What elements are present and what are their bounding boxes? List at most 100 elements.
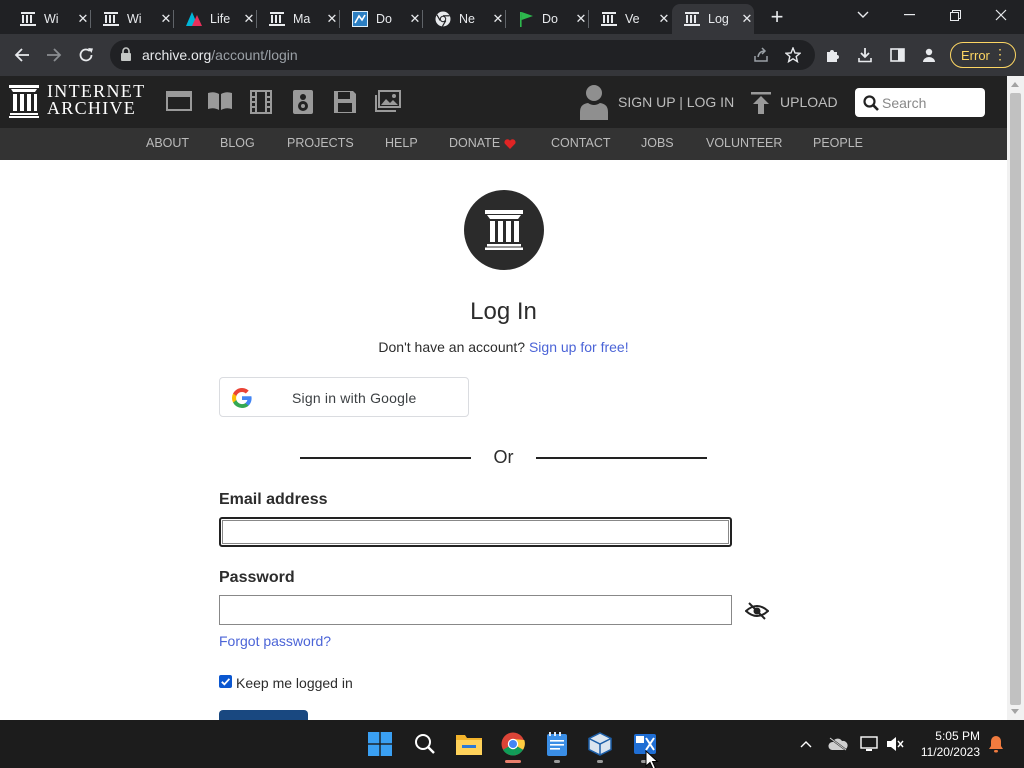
web-icon[interactable] [166,90,192,114]
side-panel-icon[interactable] [885,43,909,67]
error-label: Error [961,47,990,63]
virtualbox-icon[interactable] [586,730,614,758]
signup-link[interactable]: Sign up for free! [529,339,629,355]
browser-tab[interactable]: Life ✕ [174,4,256,34]
search-icon[interactable] [411,730,439,758]
system-clock[interactable]: 5:05 PM 11/20/2023 [910,728,980,760]
eye-slash-icon[interactable] [745,602,769,620]
lock-icon[interactable] [120,47,134,63]
images-icon[interactable] [375,90,401,114]
heart-icon [504,139,516,149]
browser-tab[interactable]: Ma ✕ [257,4,339,34]
tab-title: Do [542,12,558,26]
password-label: Password [219,569,295,586]
nav-blog[interactable]: BLOG [220,136,255,150]
nav-donate[interactable]: DONATE [449,136,500,150]
address-bar[interactable]: archive.org/account/login [110,40,815,70]
window-close-icon[interactable] [978,0,1024,30]
user-icon[interactable] [578,84,610,120]
or-separator: Or [493,447,514,467]
notepad-icon[interactable] [543,730,571,758]
browser-tab[interactable]: Wi ✕ [8,4,90,34]
close-icon[interactable]: ✕ [574,11,588,26]
close-icon[interactable]: ✕ [325,11,339,26]
minimize-icon[interactable] [886,0,932,30]
nav-about[interactable]: ABOUT [146,136,189,150]
nav-jobs[interactable]: JOBS [641,136,674,150]
forward-arrow-icon[interactable] [42,43,66,67]
lifehacker-icon [186,11,202,27]
software-icon[interactable] [333,90,359,114]
signup-login-link[interactable]: SIGN UP | LOG IN [618,94,734,110]
browser-tab[interactable]: Do ✕ [506,4,588,34]
close-icon[interactable]: ✕ [159,11,173,26]
texts-icon[interactable] [207,90,233,114]
close-icon[interactable]: ✕ [657,11,671,26]
keep-logged-in-checkbox[interactable] [219,675,232,688]
clock-date: 11/20/2023 [920,745,980,759]
url-text[interactable]: archive.org/account/login [142,47,298,63]
internet-archive-logo-icon[interactable] [9,85,39,118]
ia-wordmark[interactable]: INTERNET ARCHIVE [47,82,145,117]
chrome-icon[interactable] [499,730,527,758]
close-icon[interactable]: ✕ [76,11,90,26]
profile-icon[interactable] [917,43,941,67]
url-host: archive.org [142,47,212,63]
browser-tab[interactable]: Ne ✕ [423,4,505,34]
bookmark-star-icon[interactable] [781,43,805,67]
upload-icon[interactable] [751,92,771,114]
new-tab-button[interactable]: + [765,6,789,30]
nav-people[interactable]: PEOPLE [813,136,863,150]
chevron-up-icon[interactable] [796,734,816,754]
nav-help[interactable]: HELP [385,136,418,150]
restore-icon[interactable] [932,0,978,30]
keep-logged-in-label[interactable]: Keep me logged in [236,675,353,691]
browser-tab[interactable]: Do ✕ [340,4,422,34]
google-signin-button[interactable]: Sign in with Google [219,377,469,417]
ia-nav-bar: ABOUT BLOG PROJECTS HELP DONATE CONTACT … [0,128,1007,160]
scroll-up-arrow-icon[interactable] [1011,82,1019,87]
error-button[interactable]: Error ⋮ [950,42,1016,68]
back-arrow-icon[interactable] [10,43,34,67]
browser-tab[interactable]: Wi ✕ [91,4,173,34]
nav-volunteer[interactable]: VOLUNTEER [706,136,782,150]
video-icon[interactable] [249,90,275,114]
browser-tab-active[interactable]: Log ✕ [672,4,754,34]
network-icon[interactable] [859,734,879,754]
close-icon[interactable]: ✕ [408,11,422,26]
search-input[interactable] [882,93,978,112]
divider-right [536,457,707,459]
volume-muted-icon[interactable] [885,734,905,754]
reload-icon[interactable] [74,43,98,67]
forgot-password-link[interactable]: Forgot password? [219,633,331,649]
clock-time: 5:05 PM [935,729,980,743]
password-field[interactable] [219,595,732,625]
notification-bell-icon[interactable] [986,734,1006,754]
audio-icon[interactable] [292,90,318,114]
scrollbar-thumb[interactable] [1010,93,1021,705]
page-scrollbar[interactable] [1007,76,1024,720]
checkmark-icon [221,678,231,686]
share-icon[interactable] [749,43,773,67]
nav-contact[interactable]: CONTACT [551,136,611,150]
browser-tab[interactable]: Ve ✕ [589,4,671,34]
browser-tab-strip: Wi ✕ Wi ✕ Life ✕ Ma ✕ Do ✕ Ne ✕ Do ✕ Ve … [0,0,1024,34]
close-icon[interactable]: ✕ [740,11,754,26]
scroll-down-arrow-icon[interactable] [1011,709,1019,714]
windows-start-icon[interactable] [366,730,394,758]
nav-projects[interactable]: PROJECTS [287,136,354,150]
download-icon[interactable] [853,43,877,67]
file-explorer-icon[interactable] [455,730,483,758]
upload-link[interactable]: UPLOAD [780,94,838,110]
ia-search-box[interactable] [855,88,985,117]
extensions-puzzle-icon[interactable] [821,43,845,67]
email-field[interactable] [219,517,732,547]
doc-icon [352,11,368,27]
search-icon[interactable] [863,95,879,111]
close-icon[interactable]: ✕ [491,11,505,26]
tab-search-chevron-icon[interactable] [840,0,886,30]
onedrive-offline-icon[interactable] [828,734,848,754]
more-options-icon[interactable]: ⋮ [993,47,1007,61]
wikipedia-icon [103,11,119,27]
close-icon[interactable]: ✕ [242,11,256,26]
